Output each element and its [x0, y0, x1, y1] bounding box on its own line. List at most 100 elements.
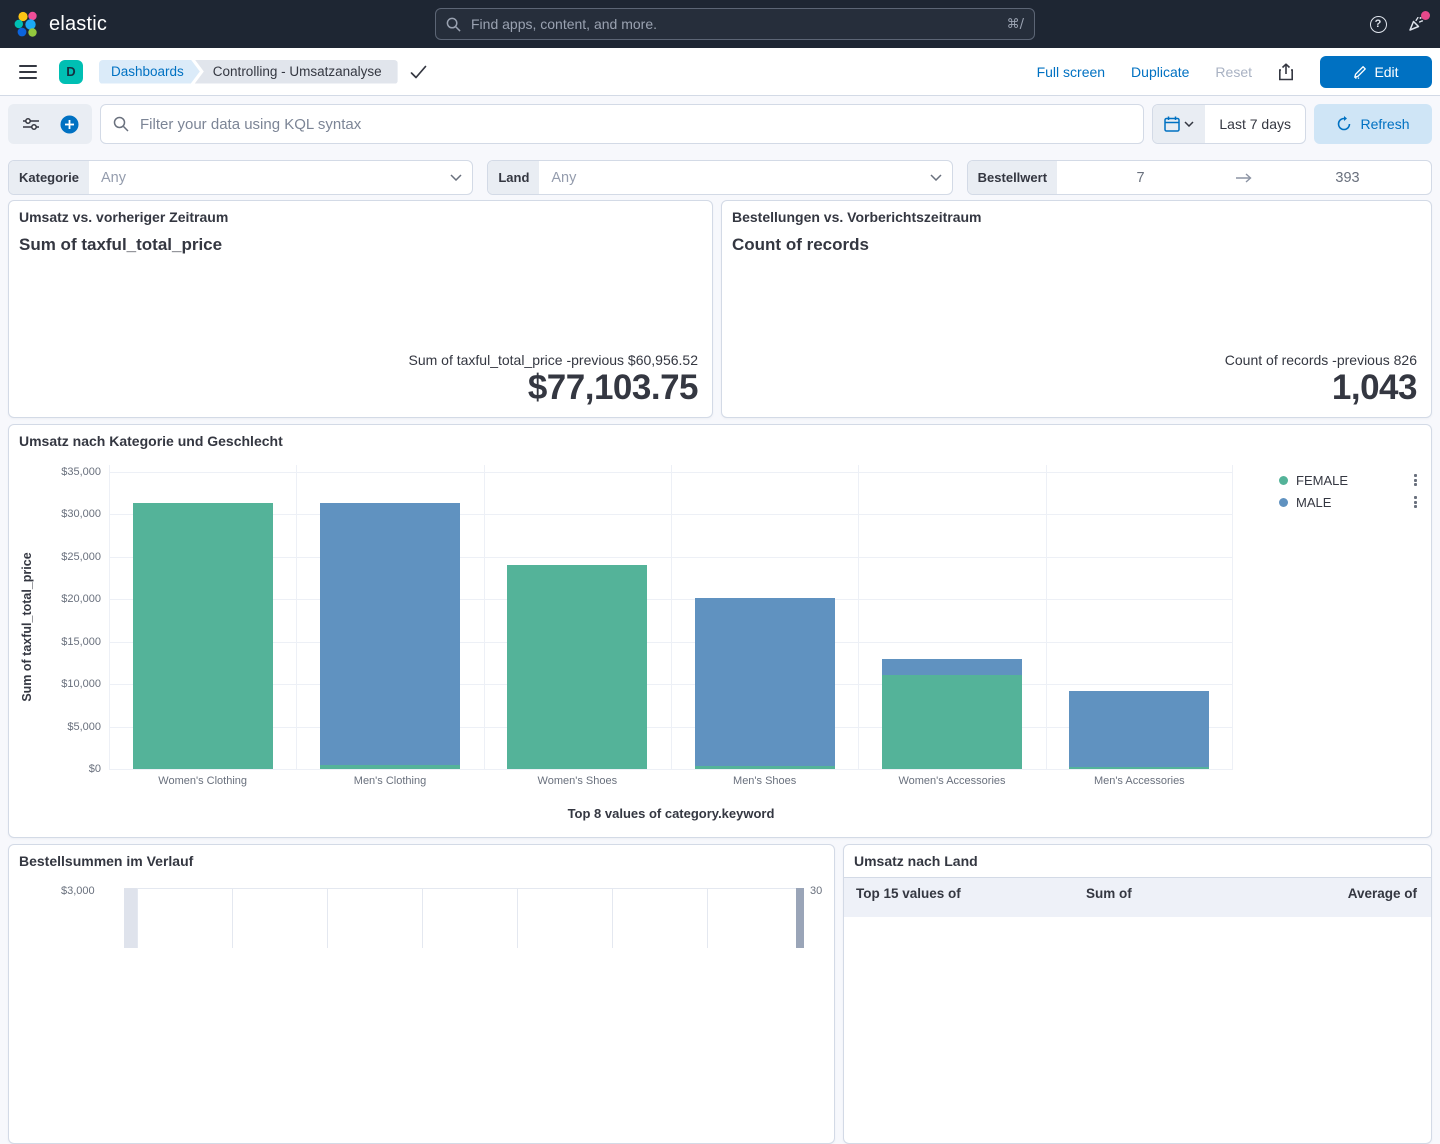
kql-input[interactable]	[138, 115, 1131, 134]
gridline-v	[109, 465, 110, 769]
breadcrumb-dashboards[interactable]: Dashboards	[99, 60, 200, 84]
help-icon[interactable]: ?	[1368, 14, 1388, 34]
share-icon[interactable]	[1278, 63, 1294, 81]
refresh-button[interactable]: Refresh	[1314, 104, 1432, 144]
reset-button[interactable]: Reset	[1215, 64, 1252, 80]
control-kategorie: Kategorie Any	[8, 160, 473, 195]
gridline-v	[1232, 465, 1233, 769]
x-tick-label: Women's Clothing	[109, 775, 296, 787]
newsfeed-icon[interactable]	[1406, 14, 1426, 34]
control-label: Bestellwert	[968, 161, 1057, 194]
saved-check-icon	[410, 65, 427, 79]
x-axis-title: Top 8 values of category.keyword	[109, 806, 1233, 821]
duplicate-button[interactable]: Duplicate	[1131, 64, 1189, 80]
pencil-icon	[1353, 65, 1367, 79]
global-search-input[interactable]	[469, 15, 999, 33]
bar-female-men-s-accessories[interactable]	[1069, 767, 1209, 769]
range-to-input[interactable]: 393	[1264, 161, 1431, 194]
panel-title: Bestellsummen im Verlauf	[9, 845, 834, 869]
metric-secondary: Sum of taxful_total_price -previous $60,…	[408, 352, 698, 368]
control-label: Land	[488, 161, 539, 194]
legend-label: MALE	[1296, 495, 1404, 510]
elastic-logo-icon	[14, 11, 40, 37]
legend-actions-icon[interactable]	[1412, 494, 1419, 510]
y-tick-label: $35,000	[61, 466, 101, 478]
panel-bestellungen-vs-vorher: Bestellungen vs. Vorberichtszeitraum Cou…	[721, 200, 1432, 418]
refresh-button-label: Refresh	[1360, 116, 1409, 132]
search-shortcut-hint: ⌘/	[1007, 17, 1024, 32]
kql-filter-bar[interactable]	[100, 104, 1144, 144]
bar-female-men-s-clothing[interactable]	[320, 765, 460, 769]
control-label: Kategorie	[9, 161, 89, 194]
x-tick-label: Women's Accessories	[858, 775, 1045, 787]
calendar-icon[interactable]	[1153, 105, 1205, 143]
elastic-logo[interactable]: elastic	[0, 11, 200, 37]
filter-icon[interactable]	[15, 108, 47, 140]
global-search[interactable]: ⌘/	[435, 8, 1035, 40]
gridline-h	[109, 769, 1233, 770]
bar	[796, 888, 804, 948]
metric-secondary: Count of records -previous 826	[1225, 352, 1417, 368]
legend-dot-icon	[1279, 476, 1288, 485]
bar-female-women-s-shoes[interactable]	[507, 565, 647, 769]
y-axis: $0$5,000$10,000$15,000$20,000$25,000$30,…	[9, 472, 101, 769]
gridline-v	[858, 465, 859, 769]
app-header: elastic ⌘/ ?	[0, 0, 1440, 48]
control-land-select[interactable]: Any	[539, 161, 929, 194]
panel-title: Umsatz nach Land	[844, 845, 1431, 869]
table-header-row: Top 15 values of Sum of Average of	[844, 877, 1431, 917]
bar-female-men-s-shoes[interactable]	[695, 766, 835, 769]
metric-value: 1,043	[1225, 370, 1417, 407]
full-screen-button[interactable]: Full screen	[1037, 64, 1105, 80]
chart-plot-area	[137, 888, 803, 948]
breadcrumb-current[interactable]: Controlling - Umsatzanalyse	[195, 60, 398, 84]
edit-button[interactable]: Edit	[1320, 56, 1432, 88]
bar-female-women-s-clothing[interactable]	[133, 503, 273, 769]
space-avatar[interactable]: D	[59, 60, 83, 84]
control-kategorie-select[interactable]: Any	[89, 161, 450, 194]
x-tick-label: Men's Accessories	[1046, 775, 1233, 787]
legend-actions-icon[interactable]	[1412, 472, 1419, 488]
bar-male-men-s-clothing[interactable]	[320, 503, 460, 764]
time-range-value[interactable]: Last 7 days	[1205, 105, 1305, 143]
panel-umsatz-kategorie-geschlecht: Umsatz nach Kategorie und Geschlecht Sum…	[8, 424, 1432, 838]
dashboard-controls: Kategorie Any Land Any Bestellwert 7 393	[8, 160, 1432, 195]
query-bar: Last 7 days Refresh	[8, 104, 1432, 144]
gridline-v	[296, 465, 297, 769]
legend-item-female[interactable]: FEMALE	[1279, 469, 1419, 491]
legend-item-male[interactable]: MALE	[1279, 491, 1419, 513]
panel-title: Umsatz vs. vorheriger Zeitraum	[9, 201, 712, 225]
panel-title: Umsatz nach Kategorie und Geschlecht	[9, 425, 1431, 449]
column-header[interactable]: Average of	[1348, 886, 1417, 901]
panel-umsatz-vs-vorher: Umsatz vs. vorheriger Zeitraum Sum of ta…	[8, 200, 713, 418]
chevron-down-icon	[1184, 121, 1194, 127]
x-tick-label: Women's Shoes	[484, 775, 671, 787]
chevron-down-icon[interactable]	[930, 161, 952, 194]
control-bestellwert: Bestellwert 7 393	[967, 160, 1432, 195]
breadcrumb: Dashboards Controlling - Umsatzanalyse	[99, 60, 398, 84]
menu-icon[interactable]	[19, 65, 37, 79]
panel-bestellsummen-verlauf: Bestellsummen im Verlauf $3,000 30	[8, 844, 835, 1144]
bar-male-women-s-accessories[interactable]	[882, 659, 1022, 675]
legend-label: FEMALE	[1296, 473, 1404, 488]
brand-name: elastic	[49, 13, 107, 36]
gridline-v	[484, 465, 485, 769]
column-header[interactable]: Sum of	[1086, 886, 1348, 901]
y-tick-label: $10,000	[61, 678, 101, 690]
y-tick-label: $20,000	[61, 593, 101, 605]
chevron-down-icon[interactable]	[450, 161, 472, 194]
range-from-input[interactable]: 7	[1057, 161, 1224, 194]
bar-female-women-s-accessories[interactable]	[882, 675, 1022, 769]
y-tick-label: $25,000	[61, 551, 101, 563]
control-land: Land Any	[487, 160, 952, 195]
right-tick-label: 30	[810, 885, 822, 897]
bar-male-men-s-accessories[interactable]	[1069, 691, 1209, 767]
y-tick-label: $0	[89, 763, 101, 775]
notification-dot	[1421, 11, 1430, 20]
x-axis: Women's ClothingMen's ClothingWomen's Sh…	[109, 775, 1233, 789]
chart-plot-area	[109, 465, 1233, 769]
add-filter-icon[interactable]	[53, 108, 85, 140]
column-header[interactable]: Top 15 values of	[856, 886, 1086, 901]
bar-male-men-s-shoes[interactable]	[695, 598, 835, 765]
gridline-v	[1046, 465, 1047, 769]
